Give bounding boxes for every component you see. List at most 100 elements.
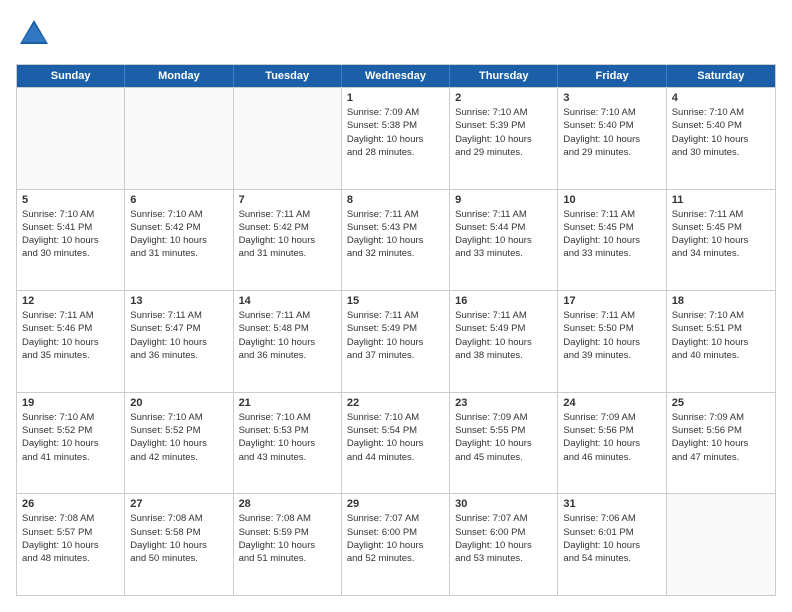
calendar-cell-3-4: 23Sunrise: 7:09 AMSunset: 5:55 PMDayligh… bbox=[450, 393, 558, 494]
day-number: 23 bbox=[455, 397, 552, 409]
calendar-cell-1-2: 7Sunrise: 7:11 AMSunset: 5:42 PMDaylight… bbox=[234, 190, 342, 291]
header-day-saturday: Saturday bbox=[667, 65, 775, 87]
cell-info-line: and 34 minutes. bbox=[672, 247, 770, 260]
cell-info-line: Sunrise: 7:10 AM bbox=[130, 411, 227, 424]
cell-info-line: and 43 minutes. bbox=[239, 451, 336, 464]
day-number: 29 bbox=[347, 498, 444, 510]
cell-info-line: Sunset: 5:58 PM bbox=[130, 526, 227, 539]
day-number: 20 bbox=[130, 397, 227, 409]
cell-info-line: and 28 minutes. bbox=[347, 146, 444, 159]
cell-info-line: and 46 minutes. bbox=[563, 451, 660, 464]
cell-info-line: Sunrise: 7:10 AM bbox=[455, 106, 552, 119]
calendar-row-1: 5Sunrise: 7:10 AMSunset: 5:41 PMDaylight… bbox=[17, 189, 775, 291]
day-number: 25 bbox=[672, 397, 770, 409]
cell-info-line: Sunset: 5:48 PM bbox=[239, 322, 336, 335]
cell-info-line: Sunrise: 7:09 AM bbox=[672, 411, 770, 424]
cell-info-line: and 33 minutes. bbox=[455, 247, 552, 260]
cell-info-line: Daylight: 10 hours bbox=[347, 539, 444, 552]
calendar-cell-0-2 bbox=[234, 88, 342, 189]
day-number: 3 bbox=[563, 92, 660, 104]
cell-info-line: and 39 minutes. bbox=[563, 349, 660, 362]
cell-info-line: Sunset: 6:00 PM bbox=[347, 526, 444, 539]
calendar-row-0: 1 Sunrise: 7:09 AMSunset: 5:38 PM Daylight… bbox=[17, 87, 775, 189]
calendar-cell-2-2: 14Sunrise: 7:11 AMSunset: 5:48 PMDayligh… bbox=[234, 291, 342, 392]
calendar-cell-3-3: 22Sunrise: 7:10 AMSunset: 5:54 PMDayligh… bbox=[342, 393, 450, 494]
calendar-cell-0-1 bbox=[125, 88, 233, 189]
cell-info-line: and 54 minutes. bbox=[563, 552, 660, 565]
cell-info-line: Daylight: 10 hours bbox=[672, 133, 770, 146]
day-number: 17 bbox=[563, 295, 660, 307]
calendar-cell-2-4: 16Sunrise: 7:11 AMSunset: 5:49 PMDayligh… bbox=[450, 291, 558, 392]
calendar-cell-4-5: 31Sunrise: 7:06 AMSunset: 6:01 PMDayligh… bbox=[558, 494, 666, 595]
cell-info-line: Daylight: 10 hours bbox=[130, 234, 227, 247]
day-number: 24 bbox=[563, 397, 660, 409]
cell-info-line: Sunset: 5:57 PM bbox=[22, 526, 119, 539]
calendar-cell-3-0: 19Sunrise: 7:10 AMSunset: 5:52 PMDayligh… bbox=[17, 393, 125, 494]
cell-info-line: Sunset: 5:47 PM bbox=[130, 322, 227, 335]
cell-info-line: Sunrise: 7:11 AM bbox=[563, 309, 660, 322]
calendar-cell-1-6: 11Sunrise: 7:11 AMSunset: 5:45 PMDayligh… bbox=[667, 190, 775, 291]
day-number: 31 bbox=[563, 498, 660, 510]
cell-info-line: Sunset: 5:38 PM bbox=[347, 119, 444, 132]
calendar-cell-0-3: 1Sunrise: 7:09 AMSunset: 5:38 PMDaylight… bbox=[342, 88, 450, 189]
cell-info-line: and 35 minutes. bbox=[22, 349, 119, 362]
calendar: SundayMondayTuesdayWednesdayThursdayFrid… bbox=[16, 64, 776, 596]
day-number: 27 bbox=[130, 498, 227, 510]
calendar-cell-1-3: 8Sunrise: 7:11 AMSunset: 5:43 PMDaylight… bbox=[342, 190, 450, 291]
day-number: 10 bbox=[563, 194, 660, 206]
cell-info-line: and 53 minutes. bbox=[455, 552, 552, 565]
day-number: 22 bbox=[347, 397, 444, 409]
cell-info-line: Daylight: 10 hours bbox=[239, 336, 336, 349]
cell-info-line: Sunset: 5:45 PM bbox=[672, 221, 770, 234]
cell-info-line: Sunset: 5:40 PM bbox=[672, 119, 770, 132]
cell-info-line: Sunrise: 7:09 AM bbox=[455, 411, 552, 424]
cell-info-line: Sunset: 5:54 PM bbox=[347, 424, 444, 437]
cell-info-line: Sunrise: 7:11 AM bbox=[22, 309, 119, 322]
header-day-friday: Friday bbox=[558, 65, 666, 87]
cell-info-line: Daylight: 10 hours bbox=[347, 437, 444, 450]
cell-info-line: and 36 minutes. bbox=[239, 349, 336, 362]
cell-info-line: Sunrise: 7:11 AM bbox=[239, 208, 336, 221]
cell-info-line: Daylight: 10 hours bbox=[563, 336, 660, 349]
day-number: 21 bbox=[239, 397, 336, 409]
cell-info-line: Daylight: 10 hours bbox=[130, 539, 227, 552]
cell-info-line: and 29 minutes. bbox=[455, 146, 552, 159]
cell-info-line: Sunrise: 7:08 AM bbox=[239, 512, 336, 525]
cell-info-line: Sunset: 6:00 PM bbox=[455, 526, 552, 539]
cell-info-line: and 33 minutes. bbox=[563, 247, 660, 260]
cell-info-line: and 36 minutes. bbox=[130, 349, 227, 362]
cell-info-line: Sunset: 5:42 PM bbox=[239, 221, 336, 234]
cell-info-line: Daylight: 10 hours bbox=[130, 336, 227, 349]
cell-info-line: Sunrise: 7:10 AM bbox=[563, 106, 660, 119]
day-number: 8 bbox=[347, 194, 444, 206]
day-number: 2 bbox=[455, 92, 552, 104]
cell-info-line: Sunset: 5:55 PM bbox=[455, 424, 552, 437]
calendar-cell-0-4: 2Sunrise: 7:10 AMSunset: 5:39 PMDaylight… bbox=[450, 88, 558, 189]
cell-info-line: Sunrise: 7:09 AM bbox=[563, 411, 660, 424]
cell-info-line: Sunrise: 7:08 AM bbox=[22, 512, 119, 525]
header-day-thursday: Thursday bbox=[450, 65, 558, 87]
cell-info-line: Sunrise: 7:10 AM bbox=[672, 309, 770, 322]
cell-info-line: and 42 minutes. bbox=[130, 451, 227, 464]
cell-info-line: Sunrise: 7:11 AM bbox=[347, 309, 444, 322]
cell-info-line: Sunset: 5:46 PM bbox=[22, 322, 119, 335]
cell-info-line: Sunset: 5:56 PM bbox=[563, 424, 660, 437]
calendar-cell-1-0: 5Sunrise: 7:10 AMSunset: 5:41 PMDaylight… bbox=[17, 190, 125, 291]
calendar-cell-3-1: 20Sunrise: 7:10 AMSunset: 5:52 PMDayligh… bbox=[125, 393, 233, 494]
day-number: 9 bbox=[455, 194, 552, 206]
cell-info-line: Daylight: 10 hours bbox=[563, 437, 660, 450]
calendar-cell-1-4: 9Sunrise: 7:11 AMSunset: 5:44 PMDaylight… bbox=[450, 190, 558, 291]
cell-info-line: Daylight: 10 hours bbox=[130, 437, 227, 450]
day-number: 1 bbox=[347, 92, 444, 104]
cell-info-line: and 40 minutes. bbox=[672, 349, 770, 362]
calendar-cell-4-2: 28Sunrise: 7:08 AMSunset: 5:59 PMDayligh… bbox=[234, 494, 342, 595]
cell-info-line: Sunrise: 7:10 AM bbox=[22, 208, 119, 221]
cell-info-line: Sunset: 5:42 PM bbox=[130, 221, 227, 234]
cell-info-line: Sunrise: 7:11 AM bbox=[130, 309, 227, 322]
day-number: 26 bbox=[22, 498, 119, 510]
calendar-row-4: 26Sunrise: 7:08 AMSunset: 5:57 PMDayligh… bbox=[17, 493, 775, 595]
calendar-cell-2-3: 15Sunrise: 7:11 AMSunset: 5:49 PMDayligh… bbox=[342, 291, 450, 392]
cell-info-line: Daylight: 10 hours bbox=[672, 336, 770, 349]
cell-info-line: and 37 minutes. bbox=[347, 349, 444, 362]
cell-info-line: Sunrise: 7:09 AM bbox=[347, 106, 444, 119]
